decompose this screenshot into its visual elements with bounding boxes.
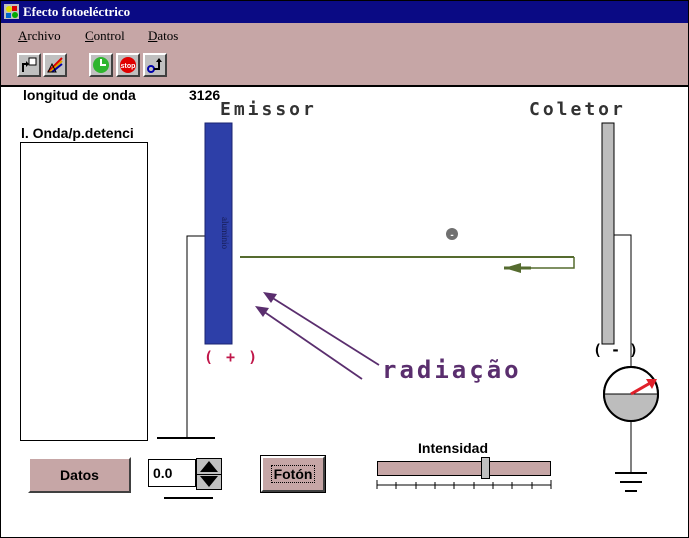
collector-plate[interactable] xyxy=(601,122,615,345)
intensity-slider-thumb[interactable] xyxy=(480,457,490,479)
intensity-slider-track[interactable] xyxy=(377,461,551,476)
intensity-ticks xyxy=(376,480,552,489)
voltage-spinner[interactable] xyxy=(196,458,222,490)
arrow-up-icon xyxy=(200,461,218,472)
app-window: Efecto fotoeléctrico Archivo Control Dat… xyxy=(0,0,689,538)
foton-button-label: Fotón xyxy=(270,465,316,483)
voltage-input[interactable] xyxy=(148,459,196,487)
electron-sign: - xyxy=(450,230,453,241)
intensity-label: Intensidad xyxy=(418,440,489,456)
foton-button[interactable]: Fotón xyxy=(260,455,326,493)
ammeter xyxy=(603,366,659,422)
emitter-material-label: aluminio xyxy=(220,217,230,249)
emitter-sign: ( + ) xyxy=(204,348,260,366)
datos-button[interactable]: Datos xyxy=(28,457,131,493)
ground-symbol xyxy=(615,472,647,492)
arrow-down-icon xyxy=(200,476,218,487)
radiation-label: radiação xyxy=(382,356,522,384)
spin-down-button[interactable] xyxy=(197,474,221,489)
collector-sign: ( - ) xyxy=(593,341,639,359)
emitter-wire xyxy=(186,235,206,439)
radiation-arrows xyxy=(255,292,380,380)
spin-up-button[interactable] xyxy=(197,459,221,475)
